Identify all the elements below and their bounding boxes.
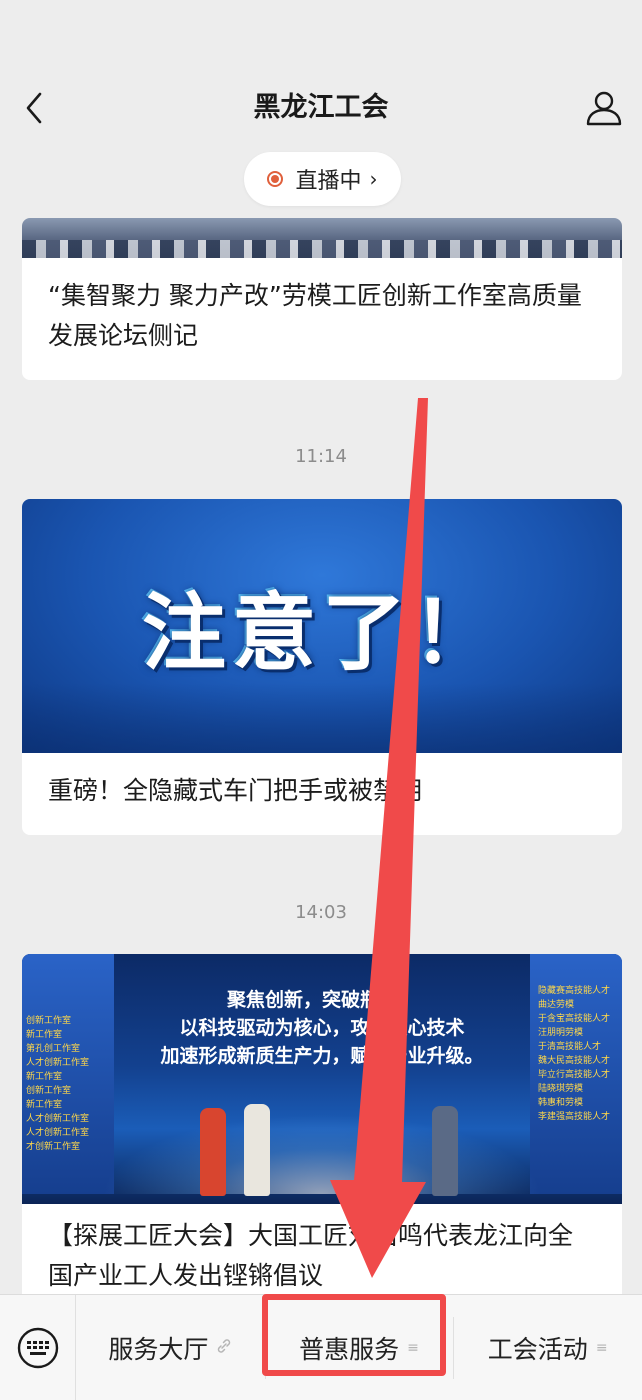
live-dot-icon bbox=[267, 171, 284, 187]
image-headline: 注意了！ bbox=[141, 583, 502, 682]
timestamp: 14:03 bbox=[295, 902, 347, 923]
keyboard-toggle-button[interactable] bbox=[0, 1294, 76, 1400]
chevron-right-icon: › bbox=[369, 167, 378, 191]
live-label: 直播中 bbox=[295, 169, 362, 194]
timestamp: 11:14 bbox=[295, 446, 347, 467]
menu-item-label: 普惠服务 bbox=[299, 1334, 400, 1364]
link-icon bbox=[216, 1338, 232, 1358]
article-title: 重磅！全隐藏式车门把手或被禁用 bbox=[48, 776, 424, 805]
chat-header: 黑龙江工会 直播中 › bbox=[0, 0, 642, 218]
article-card[interactable]: 注意了！ 重磅！全隐藏式车门把手或被禁用 bbox=[22, 499, 622, 835]
article-title: “集智聚力 聚力产改”劳模工匠创新工作室高质量发展论坛侧记 bbox=[48, 281, 582, 350]
person-icon bbox=[586, 91, 622, 126]
menu-lines-icon: ≡ bbox=[595, 1339, 608, 1356]
menu-item-label: 工会活动 bbox=[487, 1334, 588, 1364]
person-figure bbox=[432, 1106, 458, 1196]
article-title: 【探展工匠大会】大国工匠刘伯鸣代表龙江向全国产业工人发出铿锵倡议 bbox=[48, 1221, 574, 1290]
page-title: 黑龙江工会 bbox=[253, 92, 389, 123]
article-card[interactable]: “集智聚力 聚力产改”劳模工匠创新工作室高质量发展论坛侧记 bbox=[22, 218, 622, 380]
article-image: 创新工作室 新工作室 第孔创工作室 人才创新工作室 新工作室 创新工作室 新工作… bbox=[22, 954, 622, 1204]
stage-slogan: 聚焦创新，突破瓶颈！ 以科技驱动为核心，攻克核心技术 加速形成新质生产力，赋能产… bbox=[160, 989, 484, 1067]
article-image: 注意了！ bbox=[22, 499, 622, 753]
keyboard-icon bbox=[17, 1327, 58, 1368]
menu-lines-icon: ≡ bbox=[407, 1339, 419, 1356]
stage-light bbox=[102, 1114, 542, 1194]
article-image bbox=[22, 218, 622, 258]
left-display-screen: 创新工作室 新工作室 第孔创工作室 人才创新工作室 新工作室 创新工作室 新工作… bbox=[22, 954, 114, 1194]
person-figure bbox=[200, 1108, 226, 1196]
menu-benefit-services[interactable]: 普惠服务 ≡ bbox=[264, 1295, 454, 1400]
right-display-screen: 隐藏赛高技能人才 曲达劳模 于含宝高技能人才 汪朋明劳模 于清高技能人才 魏大民… bbox=[530, 954, 622, 1194]
menu-service-hall[interactable]: 服务大厅 bbox=[76, 1295, 265, 1400]
live-status-button[interactable]: 直播中 › bbox=[244, 152, 401, 206]
menu-item-label: 服务大厅 bbox=[108, 1334, 209, 1364]
article-card[interactable]: 创新工作室 新工作室 第孔创工作室 人才创新工作室 新工作室 创新工作室 新工作… bbox=[22, 954, 622, 1294]
bottom-menu-bar: 服务大厅 普惠服务 ≡ 工会活动 ≡ bbox=[0, 1294, 642, 1400]
profile-button[interactable] bbox=[584, 88, 624, 128]
menu-union-activities[interactable]: 工会活动 ≡ bbox=[453, 1295, 642, 1400]
article-feed[interactable]: “集智聚力 聚力产改”劳模工匠创新工作室高质量发展论坛侧记 11:14 注意了！… bbox=[0, 218, 642, 1294]
person-figure bbox=[244, 1104, 270, 1196]
